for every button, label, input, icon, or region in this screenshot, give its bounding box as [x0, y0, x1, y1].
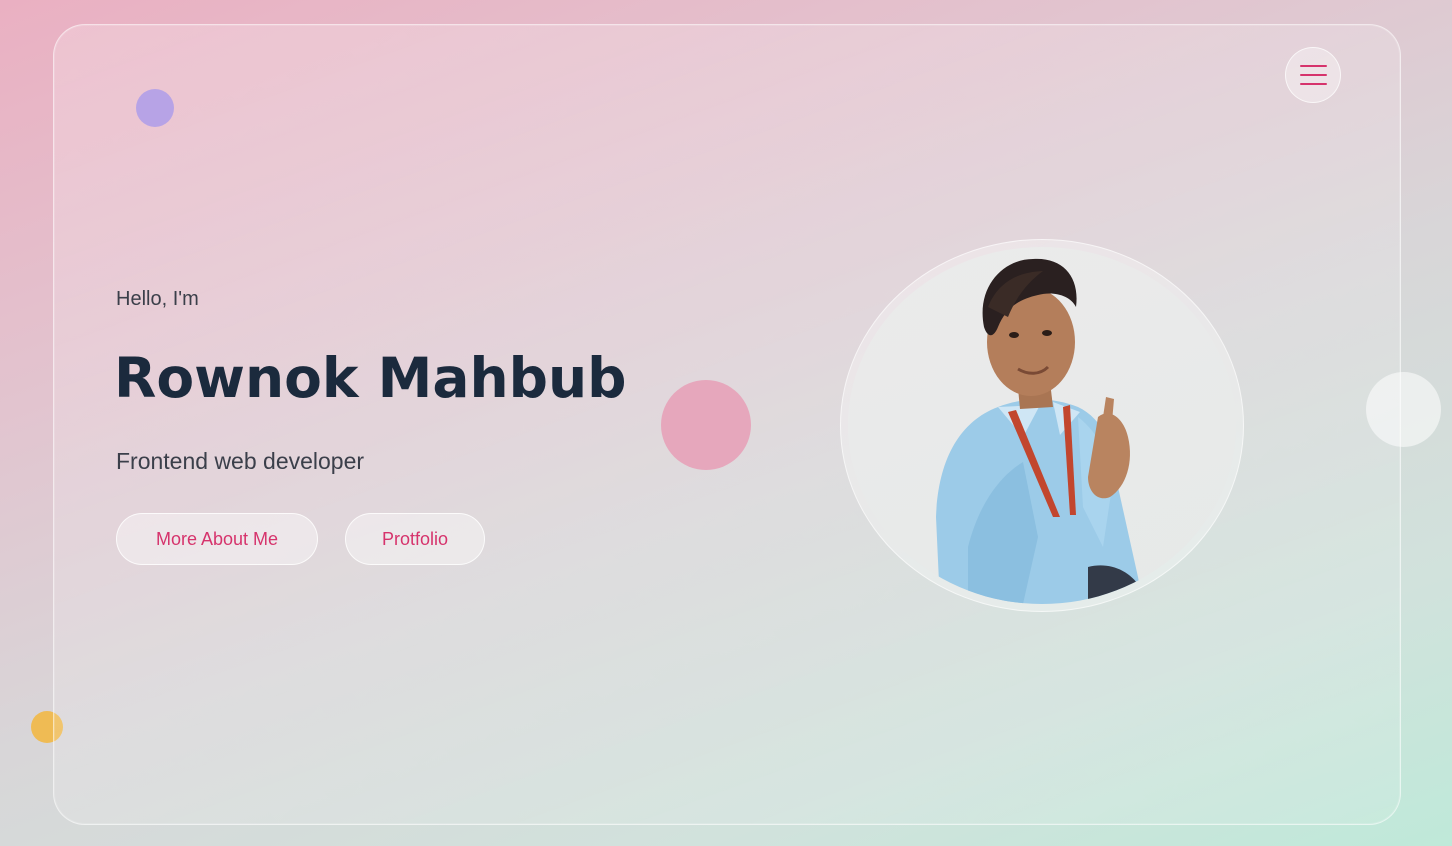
decor-circle-pink — [661, 380, 751, 470]
decor-circle-purple — [136, 89, 174, 127]
hamburger-icon-line — [1299, 65, 1327, 67]
profile-photo-illustration — [936, 258, 1143, 604]
hero-name: Rownok Mahbub — [114, 346, 627, 410]
profile-photo — [848, 247, 1236, 604]
portfolio-button[interactable]: Protfolio — [345, 513, 485, 565]
menu-button[interactable] — [1285, 47, 1341, 103]
more-about-me-button[interactable]: More About Me — [116, 513, 318, 565]
hamburger-icon-line — [1299, 74, 1327, 76]
hero-role: Frontend web developer — [116, 448, 365, 474]
greeting-text: Hello, I'm — [116, 288, 199, 310]
hamburger-icon-line — [1299, 83, 1327, 85]
decor-circle-white — [1366, 372, 1441, 447]
